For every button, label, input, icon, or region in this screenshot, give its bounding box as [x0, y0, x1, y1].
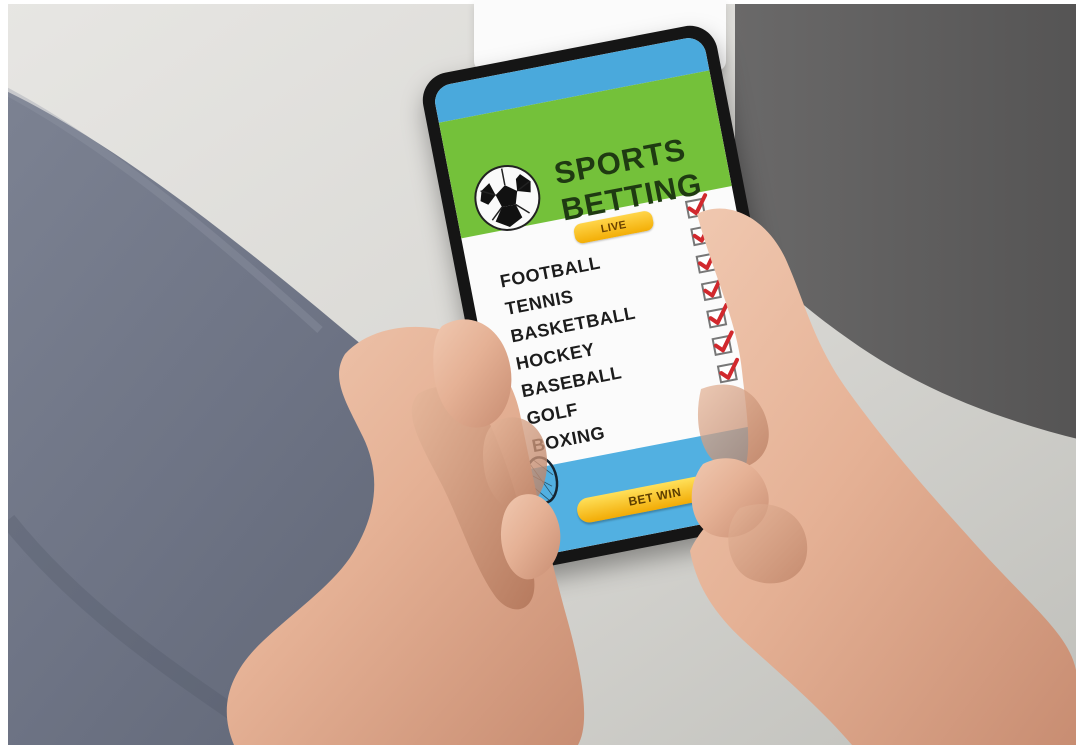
checkbox-checked[interactable]	[690, 220, 713, 247]
checkmark-icon	[703, 275, 724, 298]
checkmark-icon	[692, 220, 713, 243]
photo-scene: SPORTS BETTING LIVE FOOTBALL TENNIS BASK…	[0, 0, 1082, 745]
checkmark-icon	[719, 357, 740, 380]
sports-list: FOOTBALL TENNIS BASKETBALL HOCKEY BASEBA…	[498, 236, 702, 460]
checkmark-icon	[713, 330, 734, 353]
checkbox-checked[interactable]	[716, 357, 740, 384]
checkbox-checked[interactable]	[711, 330, 734, 356]
checkbox-checked[interactable]	[684, 193, 708, 219]
checkmark-icon	[687, 193, 708, 216]
checkbox-checked[interactable]	[706, 302, 729, 329]
checkmark-icon	[698, 248, 718, 271]
checkbox-column	[684, 193, 750, 393]
checkmark-icon	[708, 302, 729, 325]
checkbox-checked[interactable]	[700, 275, 724, 302]
checkbox-checked[interactable]	[695, 248, 718, 274]
soccer-ball-icon	[474, 165, 541, 231]
